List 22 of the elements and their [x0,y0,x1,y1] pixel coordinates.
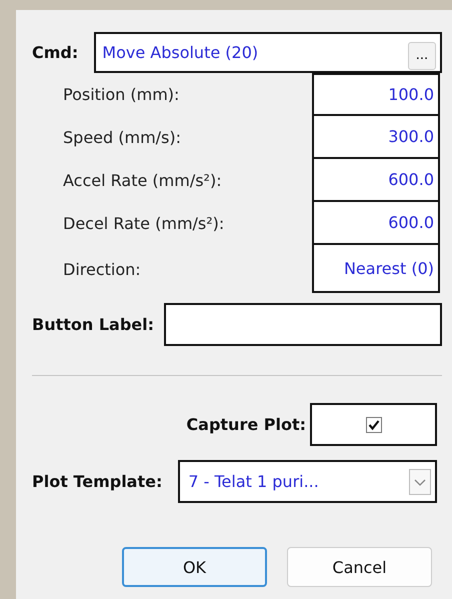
param-field[interactable]: 300.0 [312,116,440,159]
param-field[interactable]: 600.0 [312,202,440,245]
param-label: Speed (mm/s): [62,128,182,147]
ok-button[interactable]: OK [122,547,267,587]
param-label: Decel Rate (mm/s²): [62,214,226,233]
cmd-field[interactable]: Move Absolute (20) ... [94,32,442,73]
param-field[interactable]: Nearest (0) [312,245,440,293]
checkbox[interactable] [366,416,382,432]
cmd-label: Cmd: [32,43,78,62]
param-label: Position (mm): [62,85,180,104]
capture-plot-label: Capture Plot: [186,415,306,434]
cancel-button[interactable]: Cancel [287,547,432,587]
plot-template-label: Plot Template: [32,472,162,491]
param-label: Accel Rate (mm/s²): [62,171,223,190]
param-field[interactable]: 100.0 [312,73,440,116]
button-label-label: Button Label: [32,315,154,334]
chevron-down-icon[interactable] [409,468,431,494]
param-label: Direction: [62,260,142,278]
param-field[interactable]: 600.0 [312,159,440,202]
button-label-field[interactable] [164,303,442,346]
browse-button[interactable]: ... [408,42,436,70]
plot-template-dropdown[interactable]: 7 - Telat 1 puri... [178,460,437,503]
